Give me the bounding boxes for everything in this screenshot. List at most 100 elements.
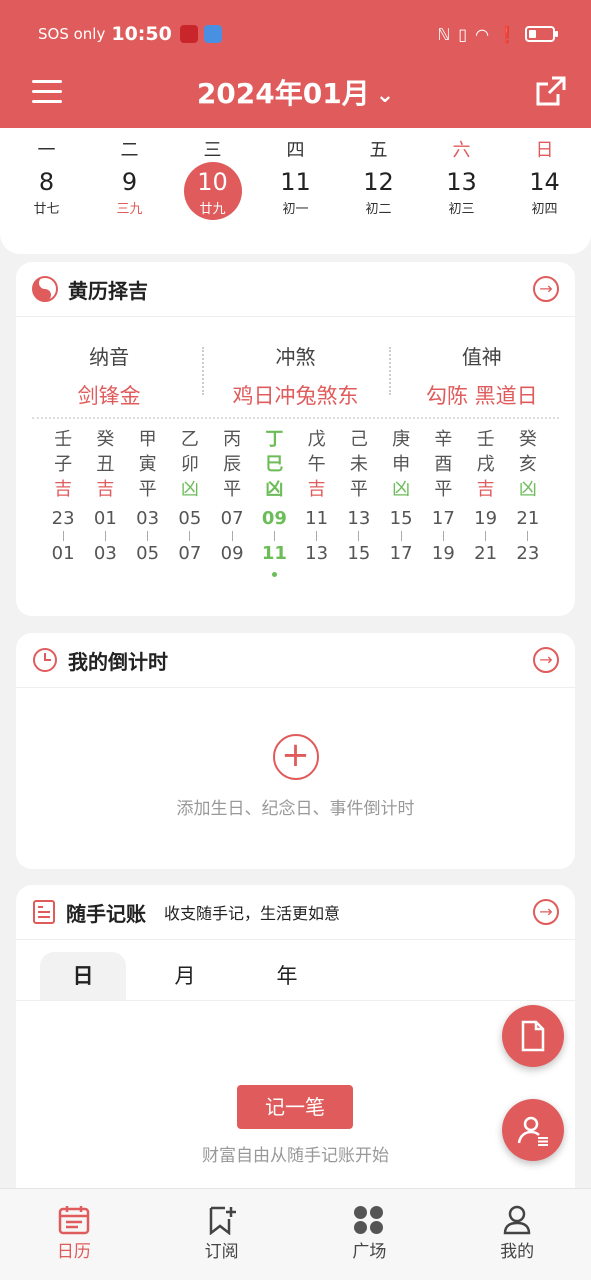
nayin-value: 剑锋金 — [77, 384, 141, 408]
hour-start: 23 — [51, 508, 75, 529]
lunar-date: 初一 — [282, 202, 309, 217]
hour-end: 23 — [516, 543, 540, 564]
day-cell[interactable]: 9 三九 — [88, 168, 171, 228]
add-countdown-button[interactable]: + — [272, 734, 319, 780]
nav-mine[interactable]: 我的 — [443, 1189, 591, 1280]
tab-year[interactable]: 年 — [244, 952, 330, 1000]
bookkeeping-hint: 财富自由从随手记账开始 — [202, 1146, 389, 1166]
hour-branch: 戌 — [476, 454, 495, 475]
period-tabs: 日 月 年 — [16, 952, 575, 1001]
ledger-icon — [33, 900, 55, 924]
day-cell[interactable]: 11 初一 — [254, 168, 337, 228]
share-icon[interactable] — [534, 74, 568, 108]
hour-stem: 乙 — [180, 429, 199, 450]
hour-branch: 巳 — [265, 454, 284, 475]
wifi-icon: ◠ — [475, 24, 490, 44]
record-button[interactable]: 记一笔 — [237, 1085, 353, 1129]
nav-calendar[interactable]: 日历 — [0, 1189, 148, 1280]
arrow-right-icon[interactable]: → — [533, 899, 559, 925]
profile-fab[interactable] — [502, 1099, 564, 1161]
day-cell[interactable]: 14 初四 — [503, 168, 586, 228]
current-hour-dot — [271, 572, 277, 577]
tab-month[interactable]: 月 — [142, 952, 228, 1000]
hour-branch: 丑 — [96, 454, 115, 475]
month-selector[interactable]: 2024年01月 ⌄ — [0, 72, 591, 112]
hour-luck: 凶 — [392, 479, 411, 500]
huangli-card: 黄历择吉 → 纳音 剑锋金 冲煞 鸡日冲兔煞东 值神 勾陈 黑道日 壬子吉 23 0… — [16, 262, 575, 616]
weekday-name: 三 — [203, 140, 222, 161]
hour-branch: 午 — [307, 454, 326, 475]
hour-column: 癸亥凶 21 23 — [507, 427, 549, 577]
hour-tick — [400, 531, 402, 541]
nayin: 纳音 剑锋金 — [16, 341, 202, 408]
hour-stem: 癸 — [96, 429, 115, 450]
battery-icon — [525, 26, 558, 42]
hour-column: 庚申凶 15 17 — [380, 427, 422, 577]
arrow-right-icon[interactable]: → — [533, 276, 559, 302]
hour-column: 壬戌吉 19 21 — [465, 427, 507, 577]
hour-stem: 己 — [349, 429, 368, 450]
day-cell[interactable]: 13 初三 — [420, 168, 503, 228]
hour-luck: 平 — [434, 479, 453, 500]
day-number: 10 — [197, 168, 228, 196]
carrier-text: SOS only — [38, 25, 106, 43]
chongsha-value: 鸡日冲兔煞东 — [232, 384, 359, 408]
day-cell-selected[interactable]: 10 廿九 — [171, 162, 254, 228]
hour-branch: 申 — [392, 454, 411, 475]
clock-icon — [33, 648, 57, 672]
hour-luck: 平 — [138, 479, 157, 500]
bottom-nav: 日历 订阅 广场 我的 — [0, 1188, 591, 1280]
document-icon — [521, 1020, 545, 1052]
day-cell[interactable]: 8 廿七 — [5, 168, 88, 228]
hour-column: 戊午吉 11 13 — [296, 427, 338, 577]
hour-end: 05 — [136, 543, 160, 564]
day-cell[interactable]: 12 初二 — [337, 168, 420, 228]
lunar-date: 初三 — [448, 202, 475, 217]
arrow-right-icon[interactable]: → — [533, 647, 559, 673]
hour-luck: 吉 — [54, 479, 73, 500]
countdown-header[interactable]: 我的倒计时 → — [16, 633, 575, 688]
hour-branch: 酉 — [434, 454, 453, 475]
bookkeeping-header[interactable]: 随手记账 收支随手记，生活更如意 → — [16, 885, 575, 940]
chevron-down-icon: ⌄ — [375, 82, 395, 108]
hour-tick — [189, 531, 191, 541]
hour-end: 11 — [261, 543, 287, 564]
hour-stem: 癸 — [518, 429, 537, 450]
chongsha: 冲煞 鸡日冲兔煞东 — [202, 341, 388, 408]
bookkeeping-title: 随手记账 — [66, 901, 146, 926]
hour-start: 07 — [220, 508, 244, 529]
hour-column: 己未平 13 15 — [338, 427, 380, 577]
hour-end: 09 — [220, 543, 244, 564]
huangli-header[interactable]: 黄历择吉 → — [16, 262, 575, 317]
chongsha-label: 冲煞 — [275, 345, 316, 369]
zhishen: 值神 勾陈 黑道日 — [388, 341, 575, 408]
weekday-name: 一 — [37, 140, 56, 161]
countdown-title: 我的倒计时 — [68, 649, 168, 674]
hour-tick — [527, 531, 529, 541]
nav-subscribe[interactable]: 订阅 — [148, 1189, 296, 1280]
weekday-name: 日 — [535, 140, 554, 161]
lunar-date: 三九 — [116, 202, 143, 217]
hour-start: 19 — [474, 508, 498, 529]
hour-start: 11 — [305, 508, 329, 529]
hour-stem: 戊 — [307, 429, 326, 450]
hour-end: 07 — [178, 543, 202, 564]
hour-stem: 甲 — [138, 429, 157, 450]
nav-square[interactable]: 广场 — [296, 1189, 444, 1280]
hour-column: 甲寅平 03 05 — [127, 427, 169, 577]
status-time: 10:50 — [111, 23, 172, 45]
hour-luck: 吉 — [476, 479, 495, 500]
nav-label: 订阅 — [204, 1242, 239, 1262]
hour-luck: 平 — [223, 479, 242, 500]
note-fab[interactable] — [502, 1005, 564, 1067]
day-number: 14 — [529, 168, 560, 196]
tab-day[interactable]: 日 — [40, 952, 126, 1000]
notification-app-icon — [203, 25, 222, 43]
week-strip: 一 二 三 四 五 六 日 8 廿七 9 三九 10 廿九 11 初一 12 初二 13 初… — [0, 128, 591, 254]
day-number: 8 — [38, 168, 55, 196]
weekday-name: 二 — [120, 140, 139, 161]
hour-tick — [231, 531, 233, 541]
hour-tick — [442, 531, 444, 541]
day-number: 13 — [446, 168, 477, 196]
hour-start: 17 — [431, 508, 455, 529]
